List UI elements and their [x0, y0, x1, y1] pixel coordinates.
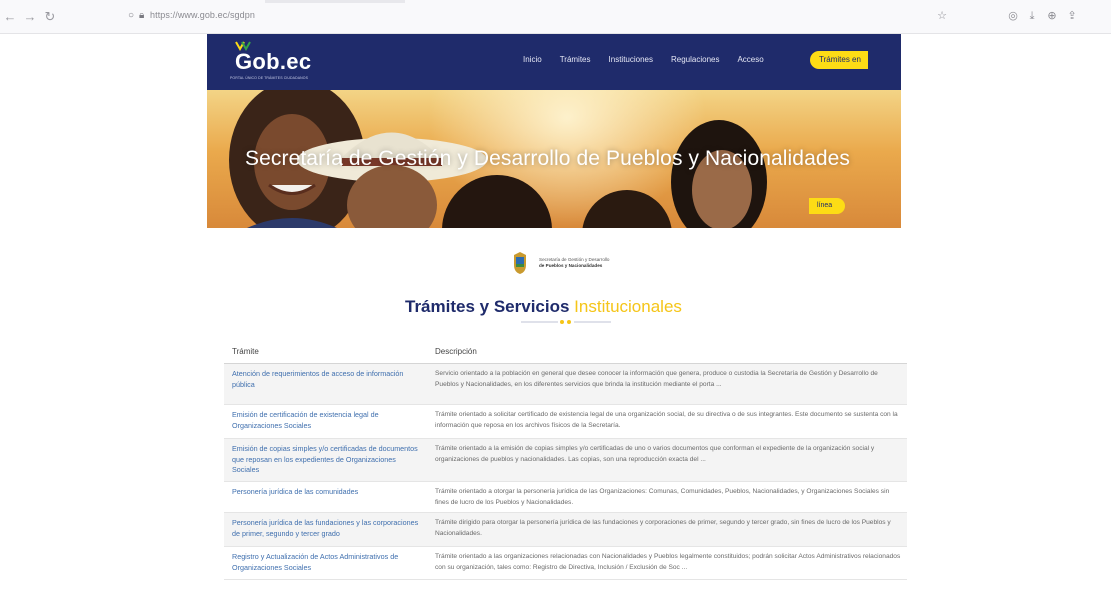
active-tab-indicator	[265, 0, 405, 3]
table-header: Trámite Descripción	[224, 343, 907, 364]
reload-icon[interactable]: ↻	[42, 9, 58, 25]
site-header: Gob.ec PORTAL ÚNICO DE TRÁMITES CIUDADAN…	[207, 34, 901, 90]
table-row: Registro y Actualización de Actos Admini…	[224, 547, 907, 580]
bookmark-star-icon[interactable]: ☆	[935, 9, 949, 23]
coat-of-arms-icon	[514, 252, 526, 274]
lock-icon[interactable]: 🔒︎	[139, 10, 144, 22]
forward-icon[interactable]: →	[22, 9, 38, 25]
tramite-link[interactable]: Personería jurídica de las comunidades	[224, 482, 429, 512]
tramite-description: Trámite orientado a solicitar certificad…	[435, 411, 898, 429]
nav-inicio[interactable]: Inicio	[523, 55, 542, 64]
main-nav: Inicio Trámites Instituciones Regulacion…	[523, 55, 764, 64]
download-icon[interactable]: ⤓	[1025, 9, 1039, 23]
ministry-name-line1: Secretaría de Gestión y Desarrollo	[539, 257, 610, 262]
tramites-en-linea-button[interactable]: Trámites en	[810, 51, 868, 69]
tramite-description: Trámite dirigido para otorgar la persone…	[435, 519, 891, 537]
tramite-link[interactable]: Personería jurídica de las fundaciones y…	[224, 513, 429, 546]
nav-regulaciones[interactable]: Regulaciones	[671, 55, 719, 64]
nav-tramites[interactable]: Trámites	[560, 55, 591, 64]
tramite-description: Trámite orientado a otorgar la personerí…	[435, 488, 890, 506]
ministry-logo: Secretaría de Gestión y Desarrollo de Pu…	[511, 250, 651, 278]
column-header-descripcion: Descripción	[435, 347, 477, 356]
section-title-accent: Institucionales	[574, 297, 682, 316]
back-icon[interactable]: ←	[2, 9, 18, 25]
tramite-link[interactable]: Atención de requerimientos de acceso de …	[224, 364, 429, 404]
hero-title: Secretaría de Gestión y Desarrollo de Pu…	[245, 147, 851, 170]
table-row: Emisión de copias simples y/o certificad…	[224, 439, 907, 482]
tramite-link[interactable]: Registro y Actualización de Actos Admini…	[224, 547, 429, 579]
table-row: Personería jurídica de las fundaciones y…	[224, 513, 907, 547]
extensions-icon[interactable]: ⊕	[1045, 9, 1059, 23]
gob-ec-logo[interactable]: Gob.ec PORTAL ÚNICO DE TRÁMITES CIUDADAN…	[225, 41, 343, 83]
table-row: Atención de requerimientos de acceso de …	[224, 364, 907, 405]
ministry-name: Secretaría de Gestión y Desarrollo de Pu…	[539, 257, 609, 269]
section-title-main: Trámites y Servicios	[405, 297, 570, 316]
column-header-tramite: Trámite	[232, 347, 259, 356]
tramite-link[interactable]: Emisión de certificación de existencia l…	[224, 405, 429, 438]
shield-icon[interactable]: ○	[128, 10, 134, 22]
logo-subtitle: PORTAL ÚNICO DE TRÁMITES CIUDADANOS	[230, 76, 309, 80]
hero-banner: Secretaría de Gestión y Desarrollo de Pu…	[207, 90, 901, 228]
tramite-description: Trámite orientado a las organizaciones r…	[435, 553, 901, 571]
browser-toolbar: ← → ↻ ○ 🔒︎ https://www.gob.ec/sgdpn ☆ ◎ …	[0, 0, 1111, 34]
nav-acceso[interactable]: Acceso	[737, 55, 763, 64]
tramite-link[interactable]: Emisión de copias simples y/o certificad…	[224, 439, 429, 481]
table-row: Emisión de certificación de existencia l…	[224, 405, 907, 439]
address-bar[interactable]: https://www.gob.ec/sgdpn	[150, 10, 255, 20]
pocket-icon[interactable]: ◎	[1006, 9, 1020, 23]
nav-instituciones[interactable]: Instituciones	[609, 55, 653, 64]
tramites-en-linea-button-continuation[interactable]: línea	[809, 198, 845, 214]
table-row: Personería jurídica de las comunidades T…	[224, 482, 907, 513]
section-title: Trámites y Servicios Institucionales	[405, 297, 682, 317]
tramite-description: Servicio orientado a la población en gen…	[435, 370, 878, 388]
logo-text: Gob.ec	[235, 49, 312, 74]
tramite-description: Trámite orientado a la emisión de copias…	[435, 445, 875, 463]
title-divider	[521, 320, 611, 324]
ministry-name-line2: de Pueblos y Nacionalidades	[539, 262, 603, 268]
share-icon[interactable]: ⇪	[1065, 9, 1079, 23]
tramites-table: Trámite Descripción Atención de requerim…	[224, 343, 907, 580]
